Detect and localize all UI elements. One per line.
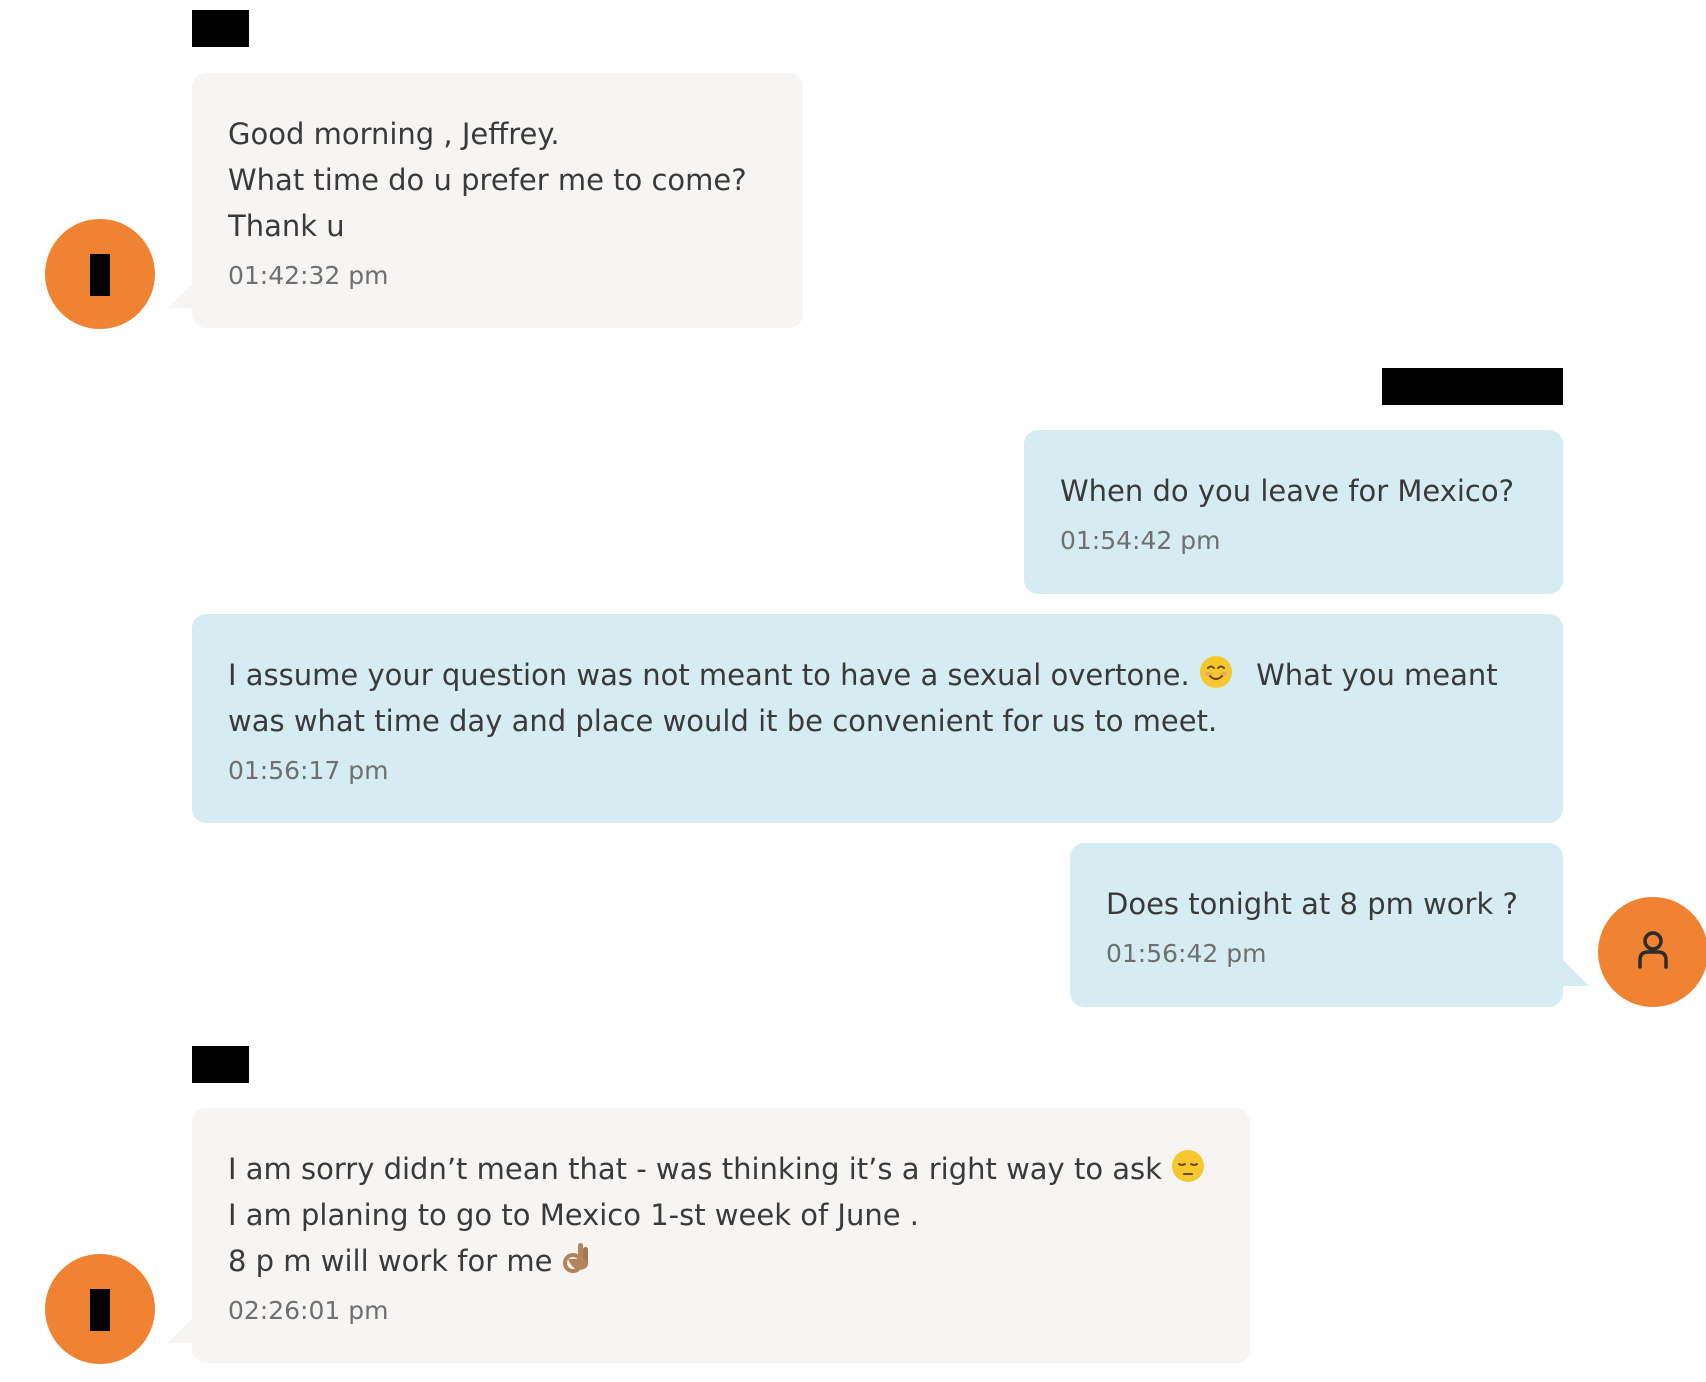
message-text-line: I am sorry didn’t mean that - was thinki…: [228, 1146, 1214, 1192]
message-bubble-outgoing: When do you leave for Mexico? 01:54:42 p…: [1024, 430, 1563, 594]
bubble-tail: [168, 1317, 194, 1343]
message-text-line: What time do u prefer me to come?: [228, 163, 747, 197]
message-text-segment: What you meant: [1256, 658, 1498, 692]
message-timestamp: 02:26:01 pm: [228, 1296, 389, 1325]
message-text-line: When do you leave for Mexico?: [1060, 474, 1515, 508]
avatar-initial-redacted: [90, 254, 110, 296]
message-text-segment: 8 p m will work for me: [228, 1244, 553, 1278]
contact-avatar[interactable]: [45, 1254, 155, 1364]
user-avatar[interactable]: [1598, 897, 1706, 1007]
message-timestamp: 01:56:17 pm: [228, 756, 389, 785]
ok-hand-emoji: [562, 1243, 588, 1273]
message-text-line: I assume your question was not meant to …: [228, 652, 1527, 698]
contact-avatar[interactable]: [45, 219, 155, 329]
message-text-segment: I assume your question was not meant to …: [228, 658, 1190, 692]
message-bubble-incoming: Good morning , Jeffrey. What time do u p…: [192, 73, 803, 328]
message-timestamp: 01:56:42 pm: [1106, 939, 1267, 968]
message-timestamp: 01:42:32 pm: [228, 261, 389, 290]
recipient-name-redacted: [1382, 368, 1563, 405]
message-timestamp: 01:54:42 pm: [1060, 526, 1221, 555]
message-bubble-outgoing: Does tonight at 8 pm work ? 01:56:42 pm: [1070, 843, 1563, 1007]
message-text-segment: I am sorry didn’t mean that - was thinki…: [228, 1152, 1162, 1186]
smiling-face-emoji: [1199, 656, 1232, 688]
bubble-tail: [1563, 960, 1589, 986]
message-bubble-incoming: I am sorry didn’t mean that - was thinki…: [192, 1108, 1250, 1363]
pensive-face-emoji: [1172, 1150, 1205, 1182]
message-text-line: I am planing to go to Mexico 1-st week o…: [228, 1198, 919, 1232]
sender-name-redacted: [192, 1046, 249, 1083]
message-text-line: Good morning , Jeffrey.: [228, 117, 560, 151]
message-bubble-outgoing: I assume your question was not meant to …: [192, 614, 1563, 823]
message-text-line: 8 p m will work for me: [228, 1238, 1214, 1284]
bubble-tail: [168, 282, 194, 308]
message-text-line: was what time day and place would it be …: [228, 704, 1218, 738]
sender-name-redacted: [192, 10, 249, 47]
user-icon: [1638, 931, 1668, 969]
message-text-line: Does tonight at 8 pm work ?: [1106, 887, 1518, 921]
message-text-line: Thank u: [228, 209, 345, 243]
avatar-initial-redacted: [90, 1289, 110, 1331]
